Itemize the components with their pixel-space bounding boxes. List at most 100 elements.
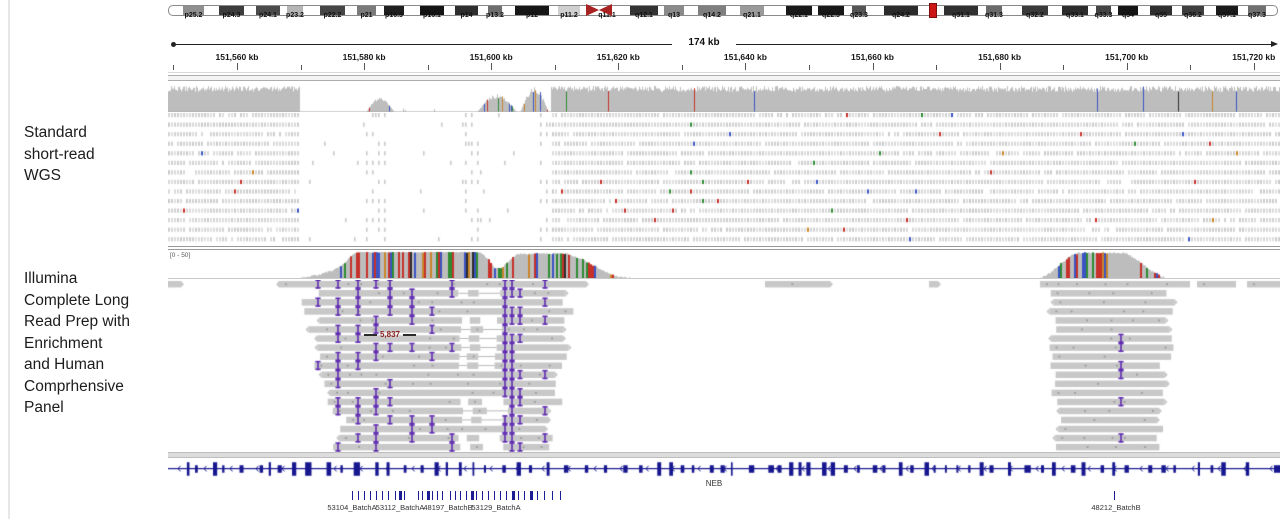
variant-tick[interactable] [512,491,515,500]
variant-tick[interactable] [552,491,553,500]
ruler-tick-label: 151,620 kb [597,52,640,62]
chromosome-ideogram[interactable]: p25.2p24.3p24.1p23.2p22.2p21p16.3p16.1p1… [168,0,1280,24]
cytoband-label: p13.2 [486,12,504,19]
variant-tick[interactable] [537,491,538,500]
variant-tick[interactable] [544,491,545,500]
deletion-size-label: 5,837 [364,330,416,339]
cytoband-label: p16.1 [423,12,441,19]
long-read-alignment-track[interactable] [168,280,1280,452]
ruler-tick [682,65,683,70]
long-read-coverage-track[interactable] [168,251,1280,278]
cytoband-label: p14 [460,12,472,19]
variant-tick[interactable] [518,491,519,500]
ruler-tick [173,65,174,70]
variant-tick[interactable] [442,491,443,500]
ruler-tick-label: 151,640 kb [724,52,767,62]
cytoband-label: q33.1 [1066,12,1084,19]
variant-tick[interactable] [471,491,474,500]
cytoband-label: q35 [1155,12,1167,19]
ruler-tick [555,65,556,70]
variant-tick[interactable] [455,491,456,500]
ruler-tick-label: 151,700 kb [1105,52,1148,62]
left-divider [8,0,10,519]
cytoband-label: q13 [668,12,680,19]
divider [168,72,1280,73]
gene-track[interactable] [168,459,1280,479]
short-read-alignment-track[interactable] [168,113,1280,246]
variant-tick[interactable] [418,491,419,500]
genome-ruler[interactable]: 174 kb 151,560 kb151,580 kb151,600 kb151… [168,30,1280,75]
variant-tick[interactable] [399,491,402,500]
track-separator [168,75,1280,81]
variant-tick[interactable] [560,491,561,500]
variant-tick[interactable] [388,491,389,500]
variant-tick[interactable] [427,491,430,500]
ruler-tick [491,63,492,70]
variant-track[interactable] [168,491,1280,501]
ruler-tick [364,63,365,70]
variant-tick[interactable] [404,491,405,500]
variant-tick[interactable] [488,491,489,500]
ruler-tick [745,63,746,70]
variant-tick[interactable] [364,491,365,500]
cytoband-label: q22.1 [790,12,808,19]
variant-tick[interactable] [432,491,433,500]
track-label-short-read-wgs: Standard short-read WGS [24,122,166,187]
variant-tick[interactable] [382,491,383,500]
variant-tick[interactable] [500,491,501,500]
ruler-tick [618,63,619,70]
cytoband-label: q34 [1122,12,1134,19]
variant-tick[interactable] [476,491,477,500]
variant-tick[interactable] [460,491,461,500]
ruler-tick [873,63,874,70]
variant-tick[interactable] [1114,491,1115,500]
variant-tick[interactable] [450,491,451,500]
cytoband-label: q12.1 [635,12,653,19]
batch-label: 53104_BatchA [327,503,376,512]
current-view-marker [929,3,937,18]
cytoband-label: q33.3 [1095,12,1113,19]
variant-tick[interactable] [506,491,507,500]
ruler-tick-label: 151,560 kb [215,52,258,62]
ruler-tick [301,65,302,70]
ruler-tick [809,65,810,70]
variant-tick[interactable] [395,491,396,500]
variant-tick[interactable] [358,491,359,500]
cytoband-label: q14.2 [703,12,721,19]
variant-tick[interactable] [524,491,525,500]
cytoband-label: p24.3 [223,12,241,19]
cytoband-label: q23.3 [850,12,868,19]
variant-tick[interactable] [370,491,371,500]
ruler-tick-label: 151,660 kb [851,52,894,62]
ruler-tick-label: 151,580 kb [343,52,386,62]
ruler-tick [1254,63,1255,70]
short-read-coverage-track[interactable] [168,84,1280,112]
centromere-icon [599,4,612,16]
ruler-tick-label: 151,680 kb [978,52,1021,62]
variant-tick[interactable] [482,491,483,500]
cytoband-label: p24.1 [259,12,277,19]
variant-tick[interactable] [422,491,423,500]
ruler-tick-label: 151,600 kb [470,52,513,62]
batch-label: 48212_BatchB [1091,503,1140,512]
variant-tick[interactable] [530,491,533,500]
variant-tick[interactable] [494,491,495,500]
variant-tick[interactable] [352,491,353,500]
ruler-tick [1127,63,1128,70]
ruler-tick-label: 151,720 kb [1232,52,1275,62]
genome-panel: p25.2p24.3p24.1p23.2p22.2p21p16.3p16.1p1… [168,0,1280,519]
cytoband-label: q21.1 [743,12,761,19]
cytoband-label: q24.2 [892,12,910,19]
coverage-range-label: [0 - 50] [170,252,190,259]
cytoband-label: q32.2 [1026,12,1044,19]
variant-tick[interactable] [466,491,467,500]
cytoband-label: p25.2 [185,12,203,19]
cytoband-label: p23.2 [286,12,304,19]
cytoband-label: q36.2 [1184,12,1202,19]
variant-tick[interactable] [437,491,438,500]
cytoband-label: q31.1 [952,12,970,19]
ruler-tick [1000,63,1001,70]
cytoband-label: q37.1 [1218,12,1236,19]
gene-name-label: NEB [706,479,722,488]
variant-tick[interactable] [376,491,377,500]
